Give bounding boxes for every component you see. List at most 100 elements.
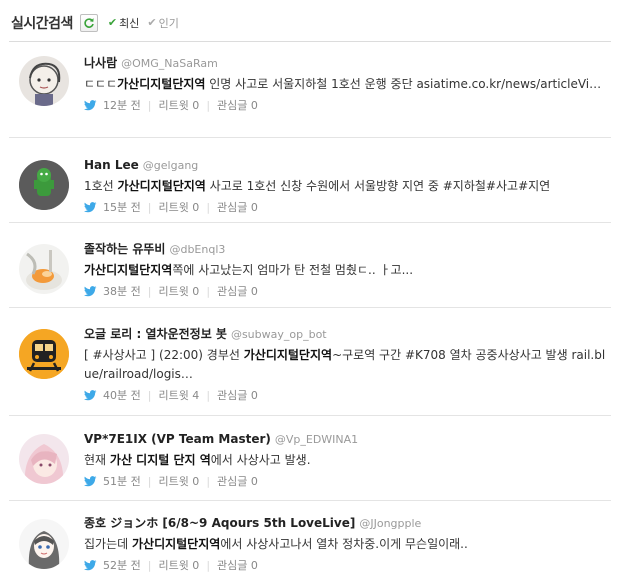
sort-latest-label: 최신 bbox=[119, 16, 140, 30]
author-name[interactable]: VP*7E1IX (VP Team Master) bbox=[84, 432, 271, 446]
tweet-author: Han Lee @gelgang bbox=[84, 157, 607, 174]
tweet-meta: 52분 전 | 리트윗 0 | 관심글 0 bbox=[84, 557, 607, 573]
tweet-text-segment: [ bbox=[84, 348, 93, 362]
twitter-bird-icon bbox=[84, 559, 97, 570]
hashtag-link[interactable]: #사고 bbox=[486, 179, 518, 193]
favorite-count[interactable]: 관심글 0 bbox=[217, 283, 258, 299]
avatar[interactable] bbox=[19, 56, 69, 106]
favorite-count[interactable]: 관심글 0 bbox=[217, 387, 258, 403]
retweet-count[interactable]: 리트윗 0 bbox=[158, 97, 199, 113]
tweet-author: 졸작하는 유뚜비 @dbEnql3 bbox=[84, 241, 607, 258]
avatar[interactable] bbox=[19, 519, 69, 569]
author-handle[interactable]: @JJongpple bbox=[359, 517, 421, 530]
tweet-item: Han Lee @gelgang 1호선 가산디지털단지역 사고로 1호선 신창 … bbox=[9, 138, 611, 223]
refresh-icon bbox=[84, 17, 94, 28]
tweet-meta: 51분 전 | 리트윗 0 | 관심글 0 bbox=[84, 473, 607, 489]
tweet-meta: 40분 전 | 리트윗 4 | 관심글 0 bbox=[84, 387, 607, 403]
retweet-count[interactable]: 리트윗 0 bbox=[158, 199, 199, 215]
tweet-author: 나사람 @OMG_NaSaRam bbox=[84, 55, 607, 72]
retweet-count[interactable]: 리트윗 0 bbox=[158, 473, 199, 489]
tweet-item: 나사람 @OMG_NaSaRam ㄷㄷㄷ가산디지털단지역 인명 사고로 서울지하철… bbox=[9, 43, 611, 138]
tweet-time[interactable]: 12분 전 bbox=[103, 97, 141, 113]
keyword-highlight: 가산디지털단지역 bbox=[84, 263, 173, 277]
tweet-text: ㄷㄷㄷ가산디지털단지역 인명 사고로 서울지하철 1호선 운행 중단 asiat… bbox=[84, 75, 607, 94]
tweet-text: [ #사상사고 ] (22:00) 경부선 가산디지털단지역~구로역 구간 #K… bbox=[84, 346, 607, 384]
author-name[interactable]: Han Lee bbox=[84, 158, 139, 172]
tweet-text: 현재 가산 디지털 단지 역에서 사상사고 발생. bbox=[84, 451, 607, 470]
sort-latest-toggle[interactable]: ✔ 최신 bbox=[108, 15, 139, 31]
author-name[interactable]: 오글 로리 : 열차운전정보 봇 bbox=[84, 327, 227, 341]
tweet-time[interactable]: 51분 전 bbox=[103, 473, 141, 489]
hashtag-link[interactable]: #지연 bbox=[518, 179, 550, 193]
twitter-bird-icon bbox=[84, 389, 97, 400]
tweet-text: 가산디지털단지역쪽에 사고났는지 엄마가 탄 전철 멈췄ㄷ.. ㅏ고... bbox=[84, 261, 607, 280]
favorite-count[interactable]: 관심글 0 bbox=[217, 199, 258, 215]
tweet-author: VP*7E1IX (VP Team Master) @Vp_EDWINA1 bbox=[84, 431, 607, 448]
keyword-highlight: 가산디지털단지역 bbox=[243, 348, 333, 362]
author-name[interactable]: 종호 ジョンホ [6/8~9 Aqours 5th LoveLive] bbox=[84, 516, 355, 530]
tweet-text-segment: 쪽에 사고났는지 엄마가 탄 전철 멈췄ㄷ.. ㅏ고... bbox=[172, 263, 414, 277]
twitter-bird-icon bbox=[84, 475, 97, 486]
check-icon: ✔ bbox=[147, 16, 157, 29]
tweet-text-segment: ] (22:00) 경부선 bbox=[146, 348, 244, 362]
keyword-highlight: 가산 디지털 단지 역 bbox=[109, 453, 211, 467]
author-handle[interactable]: @gelgang bbox=[143, 159, 198, 172]
twitter-bird-icon bbox=[84, 285, 97, 296]
avatar[interactable] bbox=[19, 160, 69, 210]
author-name[interactable]: 졸작하는 유뚜비 bbox=[84, 242, 165, 256]
tweet-meta: 15분 전 | 리트윗 0 | 관심글 0 bbox=[84, 199, 607, 215]
tweet-item: VP*7E1IX (VP Team Master) @Vp_EDWINA1 현재 … bbox=[9, 416, 611, 501]
favorite-count[interactable]: 관심글 0 bbox=[217, 97, 258, 113]
tweet-text-segment: 인명 사고로 서울지하철 1호선 운행 중단 bbox=[205, 77, 417, 91]
tweet-item: 종호 ジョンホ [6/8~9 Aqours 5th LoveLive] @JJon… bbox=[9, 501, 611, 586]
author-name[interactable]: 나사람 bbox=[84, 56, 117, 70]
author-handle[interactable]: @OMG_NaSaRam bbox=[121, 57, 218, 70]
tweet-meta: 12분 전 | 리트윗 0 | 관심글 0 bbox=[84, 97, 607, 113]
tweet-author: 오글 로리 : 열차운전정보 봇 @subway_op_bot bbox=[84, 326, 607, 343]
tweet-text-segment: 에서 사상사고나서 열차 정차중.이게 무슨일이래.. bbox=[220, 537, 468, 551]
sort-popular-label: 인기 bbox=[158, 16, 179, 30]
page-title: 실시간검색 bbox=[11, 15, 73, 32]
hashtag-link[interactable]: #지하철 bbox=[443, 179, 486, 193]
tweet-text: 1호선 가산디지털단지역 사고로 1호선 신창 수원에서 서울방향 지연 중 #… bbox=[84, 177, 607, 196]
avatar[interactable] bbox=[19, 434, 69, 484]
twitter-bird-icon bbox=[84, 201, 97, 212]
retweet-count[interactable]: 리트윗 0 bbox=[158, 557, 199, 573]
tweet-item: 오글 로리 : 열차운전정보 봇 @subway_op_bot [ #사상사고 ]… bbox=[9, 308, 611, 416]
tweet-time[interactable]: 52분 전 bbox=[103, 557, 141, 573]
favorite-count[interactable]: 관심글 0 bbox=[217, 557, 258, 573]
sort-popular-toggle[interactable]: ✔ 인기 bbox=[147, 15, 178, 31]
tweet-text-segment: 현재 bbox=[84, 453, 110, 467]
refresh-button[interactable] bbox=[79, 13, 98, 32]
retweet-count[interactable]: 리트윗 4 bbox=[158, 387, 199, 403]
avatar[interactable] bbox=[19, 329, 69, 379]
tweet-time[interactable]: 40분 전 bbox=[103, 387, 141, 403]
hashtag-link[interactable]: #K708 bbox=[405, 348, 446, 362]
author-handle[interactable]: @Vp_EDWINA1 bbox=[275, 433, 358, 446]
tweet-text-segment: ㄷㄷㄷ bbox=[84, 77, 118, 91]
tweet-link[interactable]: asiatime.co.kr/news/articleVi… bbox=[416, 77, 601, 91]
tweet-text: 집가는데 가산디지털단지역에서 사상사고나서 열차 정차중.이게 무슨일이래.. bbox=[84, 535, 607, 554]
author-handle[interactable]: @subway_op_bot bbox=[231, 328, 327, 341]
favorite-count[interactable]: 관심글 0 bbox=[217, 473, 258, 489]
hashtag-link[interactable]: #사상사고 bbox=[93, 348, 147, 362]
author-handle[interactable]: @dbEnql3 bbox=[169, 243, 225, 256]
search-header: 실시간검색 ✔ 최신 ✔ 인기 bbox=[9, 4, 611, 42]
tweet-time[interactable]: 38분 전 bbox=[103, 283, 141, 299]
keyword-highlight: 가산디지털단지역 bbox=[117, 179, 206, 193]
keyword-highlight: 가산디지털단지역 bbox=[131, 537, 221, 551]
keyword-highlight: 가산디지털단지역 bbox=[117, 77, 206, 91]
tweet-text-segment: 열차 공중사상사고 발생 bbox=[445, 348, 572, 362]
tweet-item: 졸작하는 유뚜비 @dbEnql3 가산디지털단지역쪽에 사고났는지 엄마가 탄 … bbox=[9, 223, 611, 308]
tweet-text-segment: 집가는데 bbox=[84, 537, 132, 551]
tweet-author: 종호 ジョンホ [6/8~9 Aqours 5th LoveLive] @JJon… bbox=[84, 515, 607, 532]
tweet-text-segment: 사고로 1호선 신창 수원에서 서울방향 지연 중 bbox=[205, 179, 443, 193]
tweet-text-segment: 1호선 bbox=[84, 179, 118, 193]
tweet-time[interactable]: 15분 전 bbox=[103, 199, 141, 215]
retweet-count[interactable]: 리트윗 0 bbox=[158, 283, 199, 299]
check-icon: ✔ bbox=[107, 16, 118, 29]
tweet-meta: 38분 전 | 리트윗 0 | 관심글 0 bbox=[84, 283, 607, 299]
avatar[interactable] bbox=[19, 244, 69, 294]
twitter-bird-icon bbox=[84, 99, 97, 110]
tweet-text-segment: 에서 사상사고 발생. bbox=[210, 453, 311, 467]
